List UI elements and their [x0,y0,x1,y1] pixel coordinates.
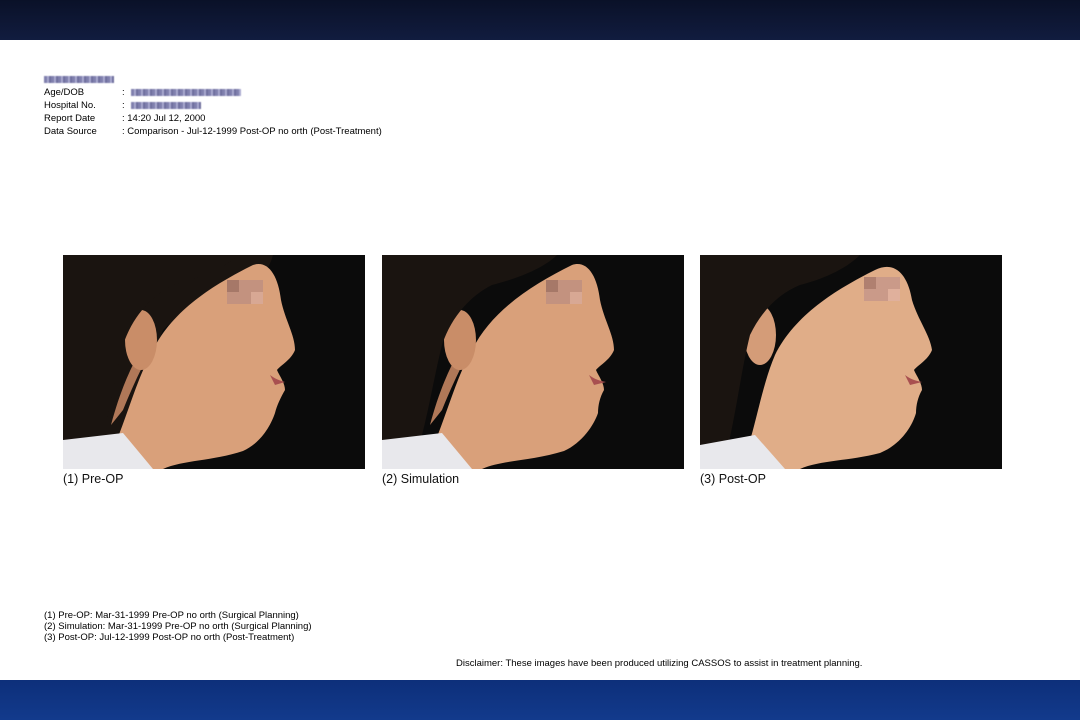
data-source-value: : Comparison - Jul-12-1999 Post-OP no or… [122,126,382,137]
report-date-value: : 14:20 Jul 12, 2000 [122,113,206,124]
hospital-no-row: Hospital No.: [44,99,382,112]
pre-op-caption: (1) Pre-OP [63,472,124,486]
hospital-no-label: Hospital No. [44,100,96,111]
patient-name-row [44,73,382,86]
note-simulation: (2) Simulation: Mar-31-1999 Pre-OP no or… [44,621,312,632]
pre-op-photo [63,255,365,469]
top-banner [0,0,1080,40]
post-op-caption: (3) Post-OP [700,472,766,486]
redacted-hospital-no [131,101,202,109]
patient-info-block: Age/DOB: Hospital No.: Report Date : 14:2… [44,73,382,138]
bottom-banner [0,680,1080,720]
age-dob-label: Age/DOB [44,87,85,98]
report-page: Age/DOB: Hospital No.: Report Date : 14:2… [0,40,1080,680]
report-date-label: Report Date [44,113,96,124]
post-op-photo [700,255,1002,469]
simulation-photo [382,255,684,469]
note-post-op: (3) Post-OP: Jul-12-1999 Post-OP no orth… [44,632,295,643]
disclaimer-text: Disclaimer: These images have been produ… [456,658,863,669]
photo-notes: (1) Pre-OP: Mar-31-1999 Pre-OP no orth (… [44,610,312,643]
data-source-row: Data Source : Comparison - Jul-12-1999 Po… [44,125,382,138]
age-dob-row: Age/DOB: [44,86,382,99]
data-source-label: Data Source [44,126,97,137]
report-date-row: Report Date : 14:20 Jul 12, 2000 [44,112,382,125]
simulation-caption: (2) Simulation [382,472,460,486]
note-pre-op: (1) Pre-OP: Mar-31-1999 Pre-OP no orth (… [44,610,299,621]
age-dob-colon: : [122,87,125,98]
redacted-patient-name [44,75,114,83]
redacted-age-dob [131,88,242,96]
hospital-no-colon: : [122,100,125,111]
